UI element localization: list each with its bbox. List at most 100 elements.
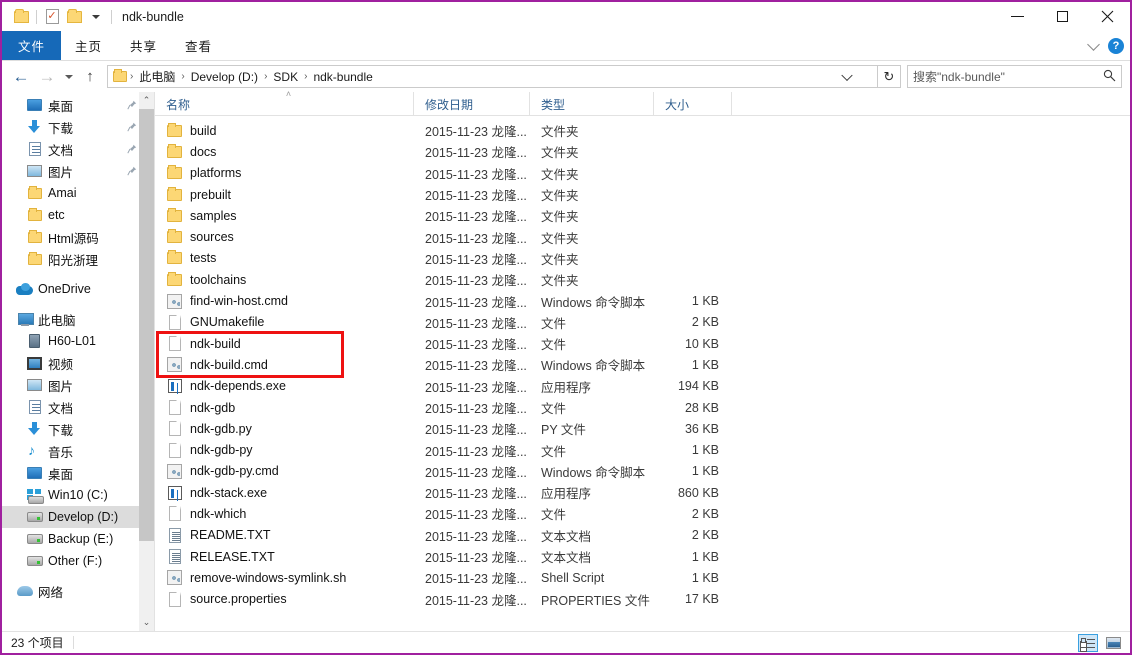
- search-input[interactable]: 搜索"ndk-bundle": [907, 65, 1122, 88]
- file-name-label: ndk-build: [190, 336, 241, 351]
- breadcrumb-dropdown-icon[interactable]: [841, 69, 853, 81]
- refresh-button[interactable]: ↻: [878, 65, 901, 88]
- table-row[interactable]: remove-windows-symlink.sh 2015-11-23 龙隆..…: [155, 567, 1130, 588]
- table-row[interactable]: toolchains 2015-11-23 龙隆... 文件夹: [155, 269, 1130, 290]
- table-row[interactable]: sources 2015-11-23 龙隆... 文件夹: [155, 226, 1130, 247]
- sidebar-item-17[interactable]: Win10 (C:): [2, 484, 154, 506]
- table-row[interactable]: ndk-gdb 2015-11-23 龙隆... 文件 28 KB: [155, 397, 1130, 418]
- back-button[interactable]: ←: [8, 64, 34, 90]
- large-icons-view-button[interactable]: [1103, 634, 1123, 652]
- sidebar-item-3[interactable]: 图片: [2, 160, 154, 182]
- table-row[interactable]: ndk-gdb.py 2015-11-23 龙隆... PY 文件 36 KB: [155, 418, 1130, 439]
- file-date-cell: 2015-11-23 龙隆...: [425, 210, 527, 225]
- table-row[interactable]: platforms 2015-11-23 龙隆... 文件夹: [155, 163, 1130, 184]
- sidebar-item-21[interactable]: 网络: [2, 580, 154, 602]
- table-row[interactable]: ndk-which 2015-11-23 龙隆... 文件 2 KB: [155, 503, 1130, 524]
- minimize-button[interactable]: [995, 2, 1040, 31]
- table-row[interactable]: RELEASE.TXT 2015-11-23 龙隆... 文本文档 1 KB: [155, 546, 1130, 567]
- scroll-up-icon[interactable]: ⌃: [139, 92, 154, 109]
- chevron-down-icon[interactable]: [1087, 37, 1100, 53]
- table-row[interactable]: find-win-host.cmd 2015-11-23 龙隆... Windows…: [155, 290, 1130, 311]
- scrollbar-track[interactable]: [139, 109, 154, 614]
- table-row[interactable]: tests 2015-11-23 龙隆... 文件夹: [155, 248, 1130, 269]
- up-button[interactable]: ↑: [77, 64, 103, 90]
- table-row[interactable]: prebuilt 2015-11-23 龙隆... 文件夹: [155, 184, 1130, 205]
- sidebar-item-8[interactable]: OneDrive: [2, 278, 154, 300]
- file-name-label: samples: [190, 208, 237, 223]
- customize-qat-caret-icon[interactable]: [85, 7, 107, 27]
- help-icon[interactable]: ?: [1108, 38, 1124, 54]
- table-row[interactable]: ndk-depends.exe 2015-11-23 龙隆... 应用程序 194 K…: [155, 376, 1130, 397]
- table-row[interactable]: build 2015-11-23 龙隆... 文件夹: [155, 120, 1130, 141]
- breadcrumb[interactable]: › 此电脑 › Develop (D:) › SDK › ndk-bundle: [107, 65, 878, 88]
- file-date-cell: 2015-11-23 龙隆...: [425, 529, 527, 544]
- navigation-scrollbar[interactable]: ⌃ ⌄: [139, 92, 154, 631]
- table-row[interactable]: docs 2015-11-23 龙隆... 文件夹: [155, 141, 1130, 162]
- pin-icon[interactable]: [127, 122, 137, 132]
- sidebar-item-18[interactable]: Develop (D:): [2, 506, 154, 528]
- table-row[interactable]: ndk-gdb-py 2015-11-23 龙隆... 文件 1 KB: [155, 439, 1130, 460]
- recent-locations-button[interactable]: [60, 64, 77, 90]
- breadcrumb-item-this-pc[interactable]: 此电脑: [134, 68, 180, 85]
- sidebar-item-12[interactable]: 图片: [2, 374, 154, 396]
- table-row[interactable]: ndk-build.cmd 2015-11-23 龙隆... Windows 命令脚…: [155, 354, 1130, 375]
- table-row[interactable]: ndk-stack.exe 2015-11-23 龙隆... 应用程序 860 KB: [155, 482, 1130, 503]
- table-row[interactable]: ndk-build 2015-11-23 龙隆... 文件 10 KB: [155, 333, 1130, 354]
- sidebar-item-2[interactable]: 文档: [2, 138, 154, 160]
- tab-file[interactable]: 文件: [2, 31, 62, 60]
- breadcrumb-item-sdk[interactable]: SDK: [268, 70, 303, 84]
- table-row[interactable]: samples 2015-11-23 龙隆... 文件夹: [155, 205, 1130, 226]
- details-view-button[interactable]: [1078, 634, 1098, 652]
- sidebar-item-14[interactable]: 下载: [2, 418, 154, 440]
- file-name-label: GNUmakefile: [190, 315, 265, 330]
- pin-icon[interactable]: [127, 100, 137, 110]
- folder-icon[interactable]: [10, 7, 32, 27]
- sidebar-item-label: Develop (D:): [48, 510, 119, 524]
- close-button[interactable]: [1085, 2, 1130, 31]
- column-header-size-label: 大小: [665, 97, 690, 112]
- sidebar-item-16[interactable]: 桌面: [2, 462, 154, 484]
- column-header-date[interactable]: 修改日期: [414, 92, 530, 116]
- table-row[interactable]: ndk-gdb-py.cmd 2015-11-23 龙隆... Windows 命令…: [155, 461, 1130, 482]
- file-size-cell: 860 KB: [677, 485, 719, 500]
- scroll-down-icon[interactable]: ⌄: [139, 614, 154, 631]
- sidebar-item-label: 桌面: [48, 99, 74, 114]
- sidebar-item-13[interactable]: 文档: [2, 396, 154, 418]
- file-name-cell: ndk-stack.exe: [155, 485, 414, 501]
- new-folder-icon[interactable]: [63, 7, 85, 27]
- breadcrumb-item-develop-d[interactable]: Develop (D:): [186, 70, 263, 84]
- sidebar-item-19[interactable]: Backup (E:): [2, 528, 154, 550]
- sidebar-item-1[interactable]: 下载: [2, 116, 154, 138]
- scrollbar-thumb[interactable]: [139, 109, 154, 541]
- table-row[interactable]: GNUmakefile 2015-11-23 龙隆... 文件 2 KB: [155, 312, 1130, 333]
- sidebar-item-20[interactable]: Other (F:): [2, 550, 154, 572]
- title-bar: ✓ ndk-bundle: [2, 2, 1130, 31]
- sidebar-item-0[interactable]: 桌面: [2, 94, 154, 116]
- column-header-type[interactable]: 类型: [530, 92, 654, 116]
- sidebar-item-11[interactable]: 视频: [2, 352, 154, 374]
- pin-icon[interactable]: [127, 166, 137, 176]
- sidebar-item-6[interactable]: Html源码: [2, 226, 154, 248]
- sidebar-item-4[interactable]: Amai: [2, 182, 154, 204]
- sidebar-item-7[interactable]: 阳光浙理: [2, 248, 154, 270]
- tab-home[interactable]: 主页: [61, 31, 116, 60]
- properties-icon[interactable]: ✓: [41, 7, 63, 27]
- music-icon: ♪: [28, 442, 35, 458]
- table-row[interactable]: source.properties 2015-11-23 龙隆... PROPERT…: [155, 589, 1130, 610]
- table-row[interactable]: README.TXT 2015-11-23 龙隆... 文本文档 2 KB: [155, 525, 1130, 546]
- breadcrumb-item-ndk-bundle[interactable]: ndk-bundle: [308, 70, 377, 84]
- file-date-cell: 2015-11-23 龙隆...: [425, 295, 527, 310]
- sidebar-item-10[interactable]: H60-L01: [2, 330, 154, 352]
- forward-button[interactable]: →: [34, 64, 60, 90]
- file-size-cell: 10 KB: [684, 336, 719, 351]
- sidebar-item-5[interactable]: etc: [2, 204, 154, 226]
- pin-icon[interactable]: [127, 144, 137, 154]
- column-header-name[interactable]: ˄ 名称: [155, 90, 414, 116]
- sidebar-item-9[interactable]: 此电脑: [2, 308, 154, 330]
- file-date-cell: 2015-11-23 龙隆...: [425, 146, 527, 161]
- tab-view[interactable]: 查看: [171, 31, 226, 60]
- sidebar-item-15[interactable]: ♪ 音乐: [2, 440, 154, 462]
- tab-share[interactable]: 共享: [116, 31, 171, 60]
- maximize-button[interactable]: [1040, 2, 1085, 31]
- column-header-size[interactable]: 大小: [654, 92, 732, 116]
